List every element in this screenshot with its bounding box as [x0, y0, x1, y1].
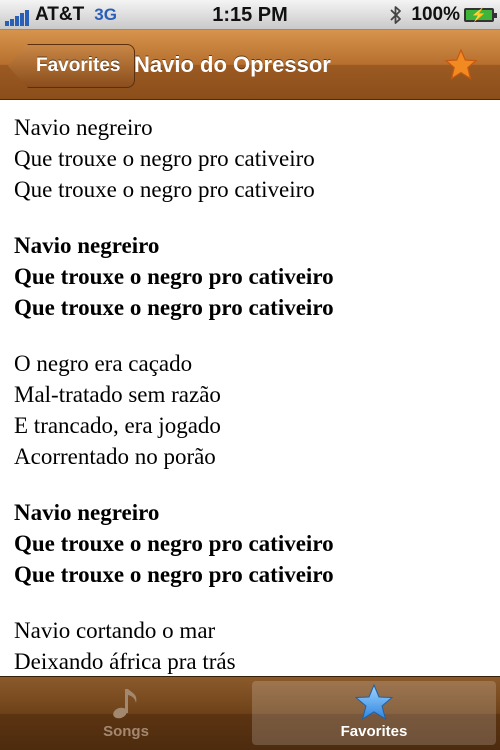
lyric-line: O negro era caçado [14, 351, 193, 376]
lyric-line: Deixando áfrica pra trás [14, 649, 236, 674]
lyric-line: Navio negreiro [14, 233, 160, 258]
lyric-line: Que trouxe o negro pro cativeiro [14, 562, 334, 587]
music-note-icon [113, 689, 137, 719]
lyric-line: Que trouxe o negro pro cativeiro [14, 177, 315, 202]
battery-percent: 100% [411, 4, 460, 25]
tab-songs[interactable]: Songs [4, 681, 248, 745]
star-icon[interactable] [444, 48, 478, 82]
back-button-favorites[interactable]: Favorites [8, 44, 136, 88]
bluetooth-icon [390, 6, 402, 24]
lyric-line: E trancado, era jogado [14, 413, 221, 438]
lyric-line: Navio negreiro [14, 500, 160, 525]
tab-songs-label: Songs [103, 723, 149, 740]
lyric-line: Que trouxe o negro pro cativeiro [14, 264, 334, 289]
lyric-stanza: Navio negreiro Que trouxe o negro pro cat… [14, 112, 494, 205]
tab-favorites-label: Favorites [340, 723, 408, 740]
tab-bar: Songs Favorites [0, 676, 500, 750]
tab-favorites[interactable]: Favorites [252, 681, 496, 745]
navigation-bar: Favorites Navio do Opressor [0, 30, 500, 100]
status-right: 100% ⚡ [389, 4, 497, 26]
lyric-line: Navio negreiro [14, 115, 153, 140]
lyric-stanza: Navio negreiro Que trouxe o negro pro cat… [14, 497, 494, 590]
lyric-stanza: O negro era caçado Mal-tratado sem razão E… [14, 348, 494, 472]
lyric-line: Mal-tratado sem razão [14, 382, 221, 407]
status-bar: AT&T 3G 1:15 PM 100% ⚡ [0, 0, 500, 30]
lyric-line: Que trouxe o negro pro cativeiro [14, 146, 315, 171]
lyric-line: Acorrentado no porão [14, 444, 216, 469]
lyric-line: Que trouxe o negro pro cativeiro [14, 531, 334, 556]
lyric-line: Navio cortando o mar [14, 618, 216, 643]
lyric-stanza: Navio cortando o mar Deixando áfrica pra … [14, 615, 494, 674]
lyrics-text: Navio negreiro Que trouxe o negro pro cat… [14, 112, 494, 674]
page-title: Navio do Opressor [134, 52, 331, 77]
star-icon [354, 683, 394, 721]
lyric-line: Que trouxe o negro pro cativeiro [14, 295, 334, 320]
battery-charging-icon: ⚡ [464, 7, 497, 22]
lyric-stanza: Navio negreiro Que trouxe o negro pro cat… [14, 230, 494, 323]
